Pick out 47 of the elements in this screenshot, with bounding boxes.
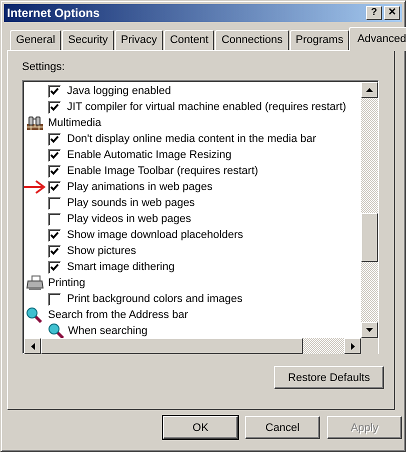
window-title: Internet Options <box>7 6 100 20</box>
setting-label: JIT compiler for virtual machine enabled (requires restart) <box>67 101 346 113</box>
scroll-left-button[interactable] <box>24 338 41 354</box>
horizontal-scrollbar[interactable] <box>24 338 361 354</box>
category-label: Multimedia <box>48 117 102 129</box>
speakers-icon <box>26 115 44 131</box>
tab[interactable]: General <box>10 30 62 50</box>
setting-label: Play videos in web pages <box>67 213 192 225</box>
setting-label: Play sounds in web pages <box>67 197 195 209</box>
search-icon <box>48 323 66 338</box>
setting-label: Java logging enabled <box>67 85 171 97</box>
dialog-button[interactable]: OK <box>163 416 238 439</box>
scroll-thumb[interactable] <box>361 213 378 262</box>
setting-label: Enable Automatic Image Resizing <box>67 149 232 161</box>
tab[interactable]: Privacy <box>114 30 163 50</box>
setting-label: Show image download placeholders <box>67 229 244 241</box>
left-triangle-icon <box>30 342 34 350</box>
settings-list[interactable] <box>22 80 379 354</box>
settings-label: Settings: <box>22 61 66 75</box>
close-button[interactable]: ✕ <box>384 6 400 20</box>
scroll-thumb[interactable] <box>41 338 303 354</box>
tab[interactable]: Advanced <box>349 27 406 51</box>
tab[interactable]: Connections <box>215 30 289 50</box>
category-label: When searching <box>68 325 148 337</box>
printer-icon <box>26 275 44 291</box>
tab[interactable]: Content <box>164 30 214 50</box>
down-triangle-icon <box>366 328 373 332</box>
dialog-button[interactable]: Cancel <box>245 416 320 439</box>
scrollbar-corner <box>361 338 378 354</box>
category-label: Printing <box>48 277 86 289</box>
restore-defaults-button[interactable]: Restore Defaults <box>274 366 384 389</box>
right-triangle-icon <box>350 342 354 350</box>
setting-label: Enable Image Toolbar (requires restart) <box>67 165 258 177</box>
category-label: Search from the Address bar <box>48 309 188 321</box>
vertical-scrollbar[interactable] <box>361 82 378 338</box>
setting-label: Don't display online media content in the media bar <box>67 133 316 145</box>
setting-label: Smart image dithering <box>67 261 175 273</box>
tab[interactable]: Security <box>62 30 114 50</box>
scroll-up-button[interactable] <box>361 82 378 98</box>
search-icon <box>26 307 44 323</box>
scroll-right-button[interactable] <box>344 338 361 354</box>
up-triangle-icon <box>366 88 373 92</box>
setting-label: Show pictures <box>67 245 136 257</box>
scroll-down-button[interactable] <box>361 322 378 338</box>
setting-label: Print background colors and images <box>67 293 242 305</box>
help-button[interactable]: ? <box>366 6 382 20</box>
setting-label: Play animations in web pages <box>67 181 213 193</box>
